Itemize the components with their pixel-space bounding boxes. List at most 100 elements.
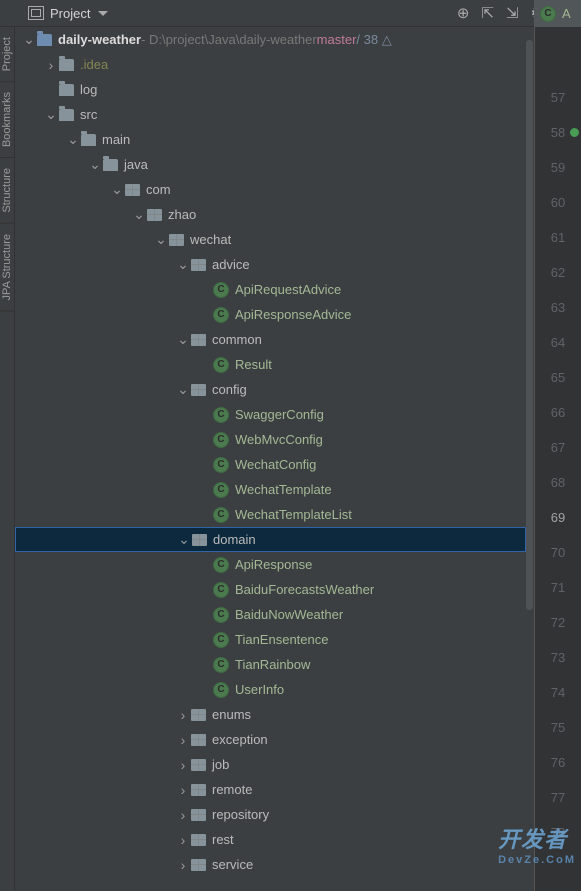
chevron-right-icon[interactable]: › xyxy=(175,832,191,848)
tree-label: repository xyxy=(212,807,269,822)
line-number[interactable]: 74 xyxy=(535,675,581,710)
line-number[interactable]: 60 xyxy=(535,185,581,220)
locate-icon[interactable]: ⊕ xyxy=(457,4,470,22)
line-number[interactable]: 62 xyxy=(535,255,581,290)
chevron-right-icon[interactable]: › xyxy=(175,707,191,723)
chevron-right-icon[interactable]: › xyxy=(175,782,191,798)
line-number[interactable]: 76 xyxy=(535,745,581,780)
collapse-all-icon[interactable]: ⇲ xyxy=(506,4,519,22)
tree-row[interactable]: CApiResponse xyxy=(15,552,526,577)
line-number[interactable]: 71 xyxy=(535,570,581,605)
tree-row[interactable]: ⌄zhao xyxy=(15,202,526,227)
line-number[interactable]: 61 xyxy=(535,220,581,255)
tree-label: BaiduNowWeather xyxy=(235,607,343,622)
line-number[interactable]: 58 xyxy=(535,115,581,150)
tree-row[interactable]: › exception xyxy=(15,727,526,752)
chevron-right-icon[interactable]: › xyxy=(175,732,191,748)
chevron-down-icon[interactable]: ⌄ xyxy=(153,231,169,248)
tree-row[interactable]: CApiResponseAdvice xyxy=(15,302,526,327)
chevron-down-icon[interactable]: ⌄ xyxy=(87,156,103,173)
tree-label: WechatConfig xyxy=(235,457,316,472)
chevron-down-icon[interactable]: ⌄ xyxy=(131,206,147,223)
chevron-down-icon[interactable]: ⌄ xyxy=(43,106,59,123)
tree-row[interactable]: C BaiduNowWeather xyxy=(15,602,526,627)
chevron-down-icon[interactable]: ⌄ xyxy=(21,31,37,48)
tree-row[interactable]: ⌄main xyxy=(15,127,526,152)
tree-row[interactable]: ⌄advice xyxy=(15,252,526,277)
line-number[interactable]: 65 xyxy=(535,360,581,395)
tree-label: config xyxy=(212,382,247,397)
gutter-mark-icon[interactable] xyxy=(570,128,579,137)
tree-row[interactable]: ›remote xyxy=(15,777,526,802)
scrollbar[interactable] xyxy=(526,40,533,610)
tree-row[interactable]: ›rest xyxy=(15,827,526,852)
expand-all-icon[interactable]: ⇱ xyxy=(481,4,494,22)
line-number[interactable]: 69 xyxy=(535,500,581,535)
tree-row[interactable]: CWebMvcConfig xyxy=(15,427,526,452)
tree-row[interactable]: CApiRequestAdvice xyxy=(15,277,526,302)
project-tree[interactable]: ⌄daily-weather - D:\project\Java\daily-w… xyxy=(15,27,526,891)
tree-row[interactable]: ⌄common xyxy=(15,327,526,352)
tree-row[interactable]: ⌄ config xyxy=(15,377,526,402)
tree-row[interactable]: ⌄java xyxy=(15,152,526,177)
tree-row[interactable]: CTianRainbow xyxy=(15,652,526,677)
tree-row[interactable]: CTianEnsentence xyxy=(15,627,526,652)
tree-row[interactable]: CResult xyxy=(15,352,526,377)
chevron-right-icon[interactable]: › xyxy=(175,807,191,823)
line-number[interactable]: 68 xyxy=(535,465,581,500)
editor-tab[interactable]: C A xyxy=(534,0,581,27)
tree-row[interactable]: ›.idea xyxy=(15,52,526,77)
tree-row[interactable]: › repository xyxy=(15,802,526,827)
side-tab-jpa-structure[interactable]: JPA Structure xyxy=(0,224,14,311)
package-icon xyxy=(191,709,206,721)
tree-row[interactable]: ⌄wechat xyxy=(15,227,526,252)
chevron-down-icon[interactable]: ⌄ xyxy=(65,131,81,148)
chevron-down-icon[interactable]: ⌄ xyxy=(175,256,191,273)
folder-icon xyxy=(59,59,74,71)
tree-row[interactable]: CSwaggerConfig xyxy=(15,402,526,427)
line-number[interactable]: 72 xyxy=(535,605,581,640)
chevron-right-icon[interactable]: › xyxy=(175,757,191,773)
tree-row[interactable]: ⌄com xyxy=(15,177,526,202)
line-number[interactable]: 66 xyxy=(535,395,581,430)
tree-row[interactable]: CUserInfo xyxy=(15,677,526,702)
line-number[interactable]: 70 xyxy=(535,535,581,570)
tree-label: domain xyxy=(213,532,256,547)
side-tab-structure[interactable]: Structure xyxy=(0,158,14,224)
tree-label: exception xyxy=(212,732,268,747)
tool-window-header: Project ⊕ ⇱ ⇲ ⚙ — xyxy=(0,0,581,27)
chevron-right-icon[interactable]: › xyxy=(175,857,191,873)
tree-label: enums xyxy=(212,707,251,722)
tree-row[interactable]: CWechatConfig xyxy=(15,452,526,477)
line-number[interactable]: 73 xyxy=(535,640,581,675)
line-number[interactable]: 75 xyxy=(535,710,581,745)
package-icon xyxy=(191,734,206,746)
chevron-down-icon[interactable]: ⌄ xyxy=(176,531,192,548)
tree-row[interactable]: ›service xyxy=(15,852,526,877)
chevron-down-icon[interactable]: ⌄ xyxy=(175,331,191,348)
line-number[interactable]: 63 xyxy=(535,290,581,325)
line-number[interactable]: 59 xyxy=(535,150,581,185)
side-tab-bookmarks[interactable]: Bookmarks xyxy=(0,82,14,158)
tree-row[interactable]: ›job xyxy=(15,752,526,777)
line-number[interactable]: 77 xyxy=(535,780,581,815)
tree-row[interactable]: CWechatTemplate xyxy=(15,477,526,502)
tree-row[interactable]: CWechatTemplateList xyxy=(15,502,526,527)
chevron-down-icon[interactable] xyxy=(98,11,108,16)
class-icon: C xyxy=(213,482,229,498)
tree-row[interactable]: ⌄ domain xyxy=(15,527,526,552)
line-number[interactable]: 64 xyxy=(535,325,581,360)
line-number[interactable]: 57 xyxy=(535,80,581,115)
side-tab-project[interactable]: Project xyxy=(0,27,14,82)
tree-row[interactable]: ⌄src xyxy=(15,102,526,127)
tree-row[interactable]: log xyxy=(15,77,526,102)
chevron-right-icon[interactable]: › xyxy=(43,57,59,73)
line-number[interactable]: 67 xyxy=(535,430,581,465)
class-icon: C xyxy=(213,607,229,623)
chevron-down-icon[interactable]: ⌄ xyxy=(109,181,125,198)
tree-row[interactable]: › enums xyxy=(15,702,526,727)
chevron-down-icon[interactable]: ⌄ xyxy=(175,381,191,398)
tree-row[interactable]: CBaiduForecastsWeather xyxy=(15,577,526,602)
tree-row[interactable]: ⌄daily-weather - D:\project\Java\daily-w… xyxy=(15,27,526,52)
package-icon xyxy=(191,784,206,796)
